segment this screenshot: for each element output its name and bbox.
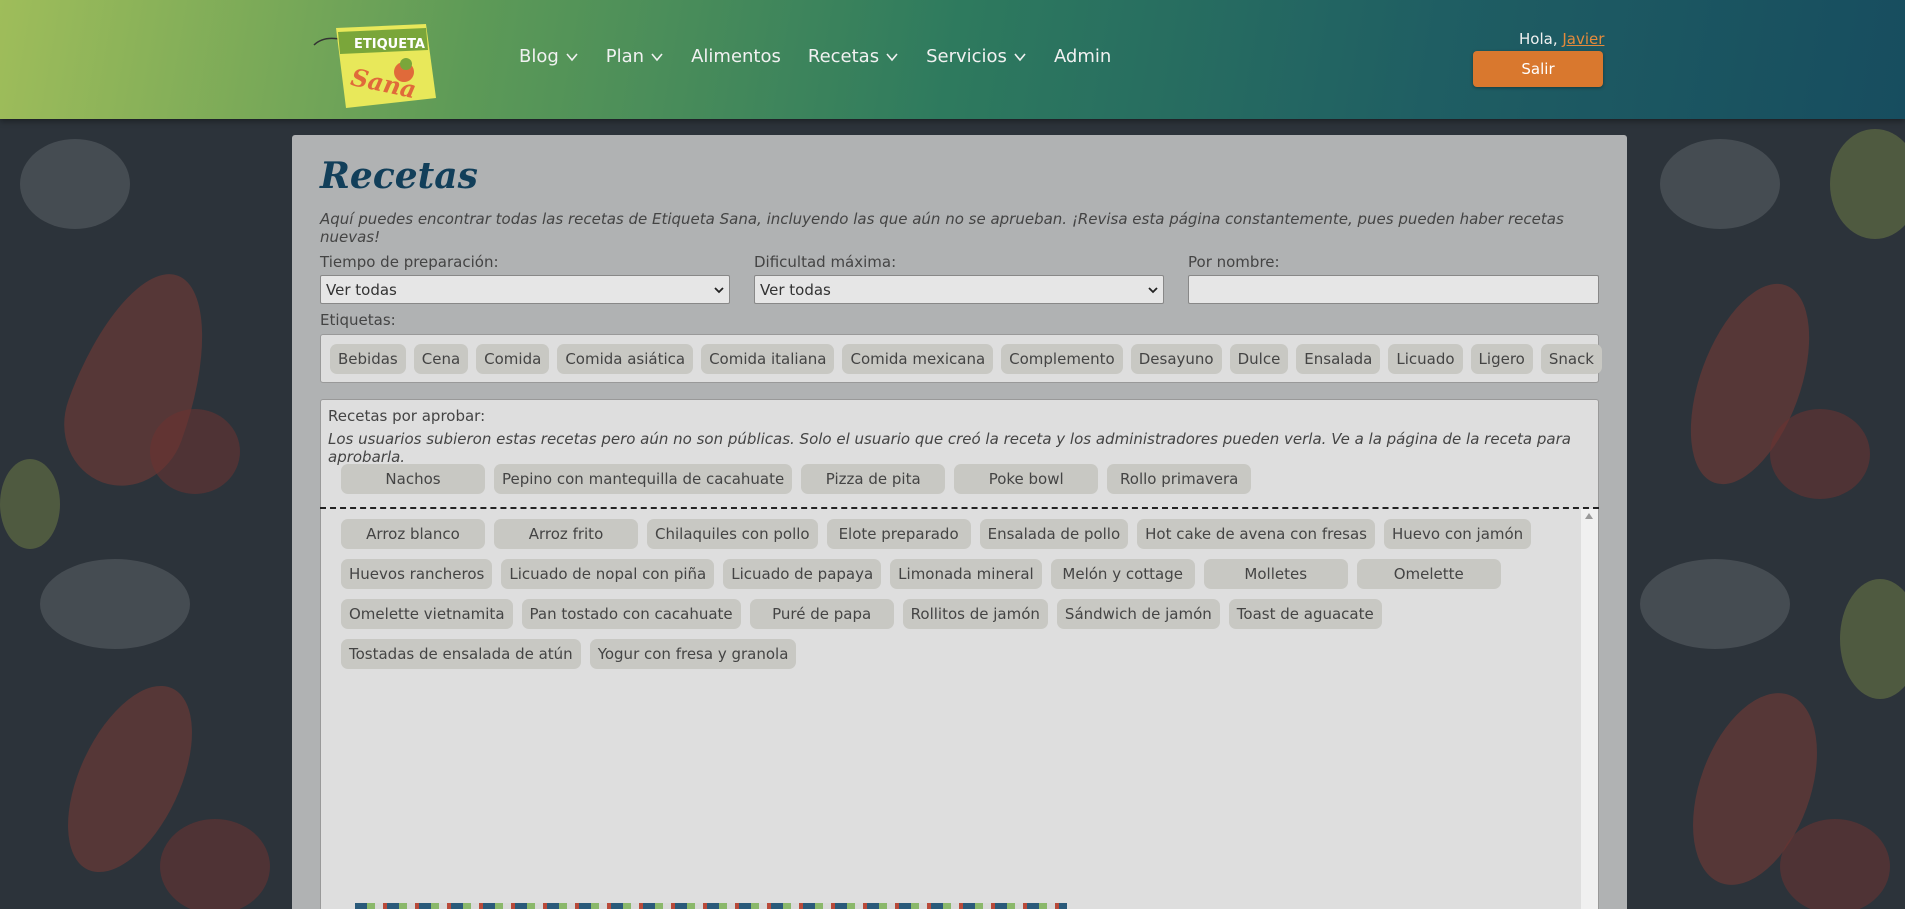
- pending-note: Los usuarios subieron estas recetas pero…: [328, 430, 1571, 466]
- tag-chip[interactable]: Ligero: [1470, 343, 1533, 374]
- recipe-chip[interactable]: Elote preparado: [826, 519, 971, 549]
- tag-chip[interactable]: Comida italiana: [701, 343, 835, 374]
- user-greeting: Hola, Javier: [1519, 30, 1604, 48]
- recipe-chip[interactable]: Huevos rancheros: [341, 559, 493, 589]
- chevron-down-icon: [651, 52, 663, 61]
- nav-plan[interactable]: Plan: [606, 46, 664, 67]
- nav-servicios-label: Servicios: [926, 46, 1007, 67]
- tag-chip[interactable]: Cena: [413, 343, 469, 374]
- recipe-chip[interactable]: Yogur con fresa y granola: [589, 639, 797, 669]
- name-search-input[interactable]: [1188, 275, 1599, 304]
- pending-recipe-chip[interactable]: Nachos: [341, 464, 485, 494]
- nav-blog[interactable]: Blog: [519, 46, 579, 67]
- nav-alimentos-label: Alimentos: [691, 46, 781, 67]
- page-description: Aquí puedes encontrar todas las recetas …: [320, 210, 1564, 246]
- tag-chip[interactable]: Licuado: [1388, 343, 1463, 374]
- recipe-chip[interactable]: Licuado de papaya: [723, 559, 882, 589]
- recipe-chip[interactable]: Rollitos de jamón: [902, 599, 1048, 629]
- nav-admin[interactable]: Admin: [1054, 46, 1111, 67]
- recipes-list: Arroz blanco Arroz frito Chilaquiles con…: [341, 519, 1561, 669]
- recipe-chip[interactable]: Omelette: [1356, 559, 1501, 589]
- recipe-chip[interactable]: Pan tostado con cacahuate: [521, 599, 741, 629]
- tag-chip[interactable]: Comida mexicana: [842, 343, 994, 374]
- recipe-chip[interactable]: Licuado de nopal con piña: [501, 559, 715, 589]
- prep-time-select[interactable]: Ver todas: [320, 275, 730, 304]
- pending-recipe-chip[interactable]: Pizza de pita: [801, 464, 946, 494]
- recipe-chip[interactable]: Huevo con jamón: [1384, 519, 1532, 549]
- recipe-chip[interactable]: Tostadas de ensalada de atún: [341, 639, 581, 669]
- chevron-down-icon: [1014, 52, 1026, 61]
- greeting-text: Hola,: [1519, 30, 1558, 48]
- tag-chip[interactable]: Desayuno: [1130, 343, 1222, 374]
- chevron-down-icon: [1148, 286, 1158, 293]
- recipe-chip[interactable]: Sándwich de jamón: [1056, 599, 1220, 629]
- tag-chip[interactable]: Snack: [1540, 343, 1602, 374]
- pending-recipe-chip[interactable]: Rollo primavera: [1107, 464, 1252, 494]
- image-strip: [355, 903, 1067, 909]
- prep-time-label: Tiempo de preparación:: [320, 253, 499, 271]
- tag-chip[interactable]: Complemento: [1001, 343, 1123, 374]
- username-link[interactable]: Javier: [1562, 30, 1604, 48]
- name-filter-label: Por nombre:: [1188, 253, 1280, 271]
- difficulty-select[interactable]: Ver todas: [754, 275, 1164, 304]
- difficulty-value: Ver todas: [760, 280, 831, 299]
- recipe-chip[interactable]: Arroz frito: [494, 519, 638, 549]
- recipe-chip[interactable]: Melón y cottage: [1050, 559, 1195, 589]
- nav-alimentos[interactable]: Alimentos: [691, 46, 781, 67]
- nav-plan-label: Plan: [605, 46, 645, 67]
- recipe-chip[interactable]: Arroz blanco: [341, 519, 485, 549]
- tags-filter: Bebidas Cena Comida Comida asiática Comi…: [320, 334, 1602, 383]
- pending-title: Recetas por aprobar:: [328, 407, 486, 425]
- recipe-chip[interactable]: Ensalada de pollo: [979, 519, 1129, 549]
- recipe-chip[interactable]: Puré de papa: [749, 599, 894, 629]
- chevron-down-icon: [886, 52, 898, 61]
- tag-chip[interactable]: Comida: [476, 343, 550, 374]
- recipe-chip[interactable]: Limonada mineral: [890, 559, 1042, 589]
- recipe-chip[interactable]: Hot cake de avena con fresas: [1137, 519, 1375, 549]
- recipe-chip[interactable]: Chilaquiles con pollo: [647, 519, 818, 549]
- scroll-up-arrow-icon[interactable]: [1585, 513, 1593, 519]
- logo-text-etiqueta: ETIQUETA: [354, 37, 425, 52]
- pending-recipe-chip[interactable]: Poke bowl: [954, 464, 1099, 494]
- nav-servicios[interactable]: Servicios: [926, 46, 1027, 67]
- nav-blog-label: Blog: [519, 46, 559, 67]
- pending-recipes-list: Nachos Pepino con mantequilla de cacahua…: [341, 464, 1252, 494]
- tag-chip[interactable]: Dulce: [1229, 343, 1289, 374]
- recipes-panel: Recetas Aquí puedes encontrar todas las …: [292, 135, 1627, 909]
- page-title: Recetas: [320, 155, 478, 197]
- tag-chip[interactable]: Comida asiática: [557, 343, 694, 374]
- scrollbar[interactable]: [1581, 509, 1598, 909]
- recipe-chip[interactable]: Omelette vietnamita: [341, 599, 513, 629]
- chevron-down-icon: [714, 286, 724, 293]
- chevron-down-icon: [566, 52, 578, 61]
- pending-recipes-section: Recetas por aprobar: Los usuarios subier…: [320, 399, 1599, 520]
- logout-button[interactable]: Salir: [1473, 51, 1603, 87]
- recipe-chip[interactable]: Molletes: [1203, 559, 1348, 589]
- recipe-chip[interactable]: Toast de aguacate: [1228, 599, 1382, 629]
- nav-recetas-label: Recetas: [807, 46, 880, 67]
- recipes-list-section: Arroz blanco Arroz frito Chilaquiles con…: [320, 509, 1599, 909]
- tag-chip[interactable]: Ensalada: [1296, 343, 1381, 374]
- pending-recipe-chip[interactable]: Pepino con mantequilla de cacahuate: [494, 464, 793, 494]
- nav-recetas[interactable]: Recetas: [808, 46, 899, 67]
- tags-label: Etiquetas:: [320, 311, 396, 329]
- prep-time-value: Ver todas: [326, 280, 397, 299]
- tag-chip[interactable]: Bebidas: [330, 343, 406, 374]
- main-nav: Blog Plan Alimentos Recetas Servicios Ad…: [519, 46, 1138, 67]
- etiqueta-sana-logo[interactable]: ETIQUETA Sana: [306, 20, 441, 110]
- site-header: ETIQUETA Sana Blog Plan Alimentos Receta…: [0, 0, 1905, 119]
- difficulty-label: Dificultad máxima:: [754, 253, 897, 271]
- nav-admin-label: Admin: [1053, 46, 1112, 67]
